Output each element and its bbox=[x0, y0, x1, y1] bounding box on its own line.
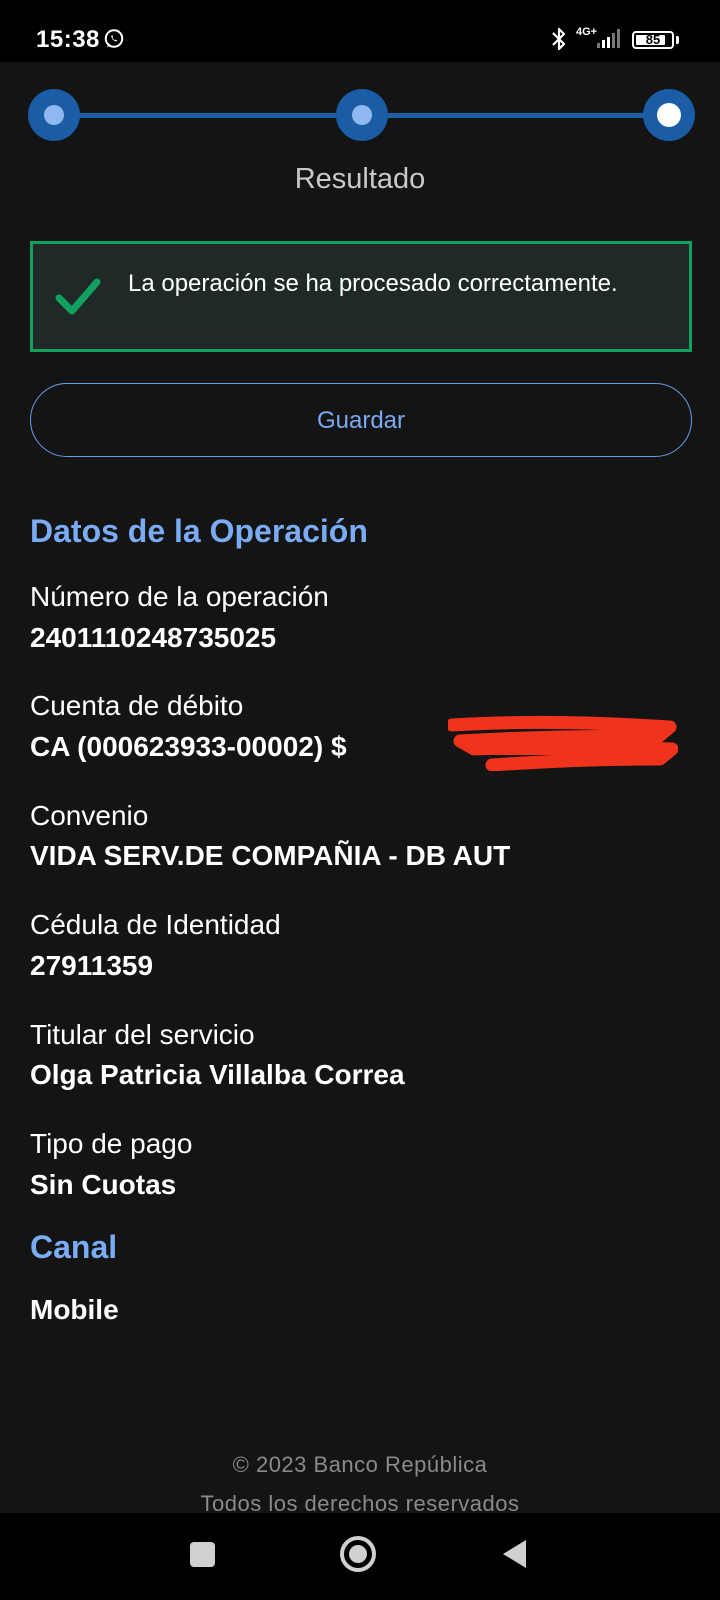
step-connector bbox=[76, 113, 336, 118]
step-dot bbox=[657, 103, 681, 127]
signal-icon bbox=[597, 29, 620, 48]
status-time: 15:38 bbox=[36, 26, 100, 53]
debit-account-value: CA (000623933-00002) $ bbox=[30, 731, 347, 762]
operation-number-label: Número de la operación bbox=[30, 581, 329, 612]
operation-details-title: Datos de la Operación bbox=[30, 513, 368, 549]
home-button-icon[interactable] bbox=[339, 1535, 377, 1573]
recents-button-icon[interactable] bbox=[190, 1542, 215, 1567]
footer-copyright: © 2023 Banco República bbox=[232, 1452, 488, 1477]
battery-icon: 85 bbox=[632, 31, 674, 49]
check-icon bbox=[55, 278, 101, 315]
step-2 bbox=[336, 89, 388, 141]
step-connector bbox=[384, 113, 644, 118]
payment-type-value: Sin Cuotas bbox=[30, 1169, 177, 1200]
step-1 bbox=[28, 89, 80, 141]
save-button[interactable]: Guardar bbox=[30, 383, 692, 457]
identity-card-label: Cédula de Identidad bbox=[30, 909, 281, 940]
debit-account-label: Cuenta de débito bbox=[30, 690, 244, 721]
success-alert: La operación se ha procesado correctamen… bbox=[30, 241, 692, 352]
service-holder-label: Titular del servicio bbox=[30, 1019, 255, 1050]
step-title: Resultado bbox=[294, 163, 426, 195]
service-holder-value: Olga Patricia Villalba Correa bbox=[30, 1059, 405, 1090]
agreement-label: Convenio bbox=[30, 800, 149, 831]
bluetooth-icon bbox=[552, 27, 566, 51]
success-message: La operación se ha procesado correctamen… bbox=[128, 270, 618, 297]
channel-title: Canal bbox=[30, 1229, 118, 1265]
identity-card-value: 27911359 bbox=[30, 950, 154, 981]
step-dot bbox=[44, 105, 64, 125]
progress-stepper bbox=[0, 86, 720, 146]
operation-number-value: 2401110248735025 bbox=[30, 622, 277, 653]
redaction-scribble bbox=[448, 715, 678, 771]
payment-type-label: Tipo de pago bbox=[30, 1128, 193, 1159]
channel-value: Mobile bbox=[30, 1294, 119, 1325]
step-3-current bbox=[643, 89, 695, 141]
system-navigation-bar bbox=[0, 1513, 720, 1600]
battery-tip bbox=[676, 36, 679, 44]
battery-percent: 85 bbox=[645, 32, 661, 47]
whatsapp-icon bbox=[104, 29, 124, 48]
status-bar: 15:38 4G+ 85 bbox=[0, 0, 720, 62]
back-button-icon[interactable] bbox=[500, 1538, 528, 1570]
network-type-label: 4G+ bbox=[576, 26, 598, 38]
step-dot bbox=[352, 105, 372, 125]
agreement-value: VIDA SERV.DE COMPAÑIA - DB AUT bbox=[30, 840, 511, 871]
